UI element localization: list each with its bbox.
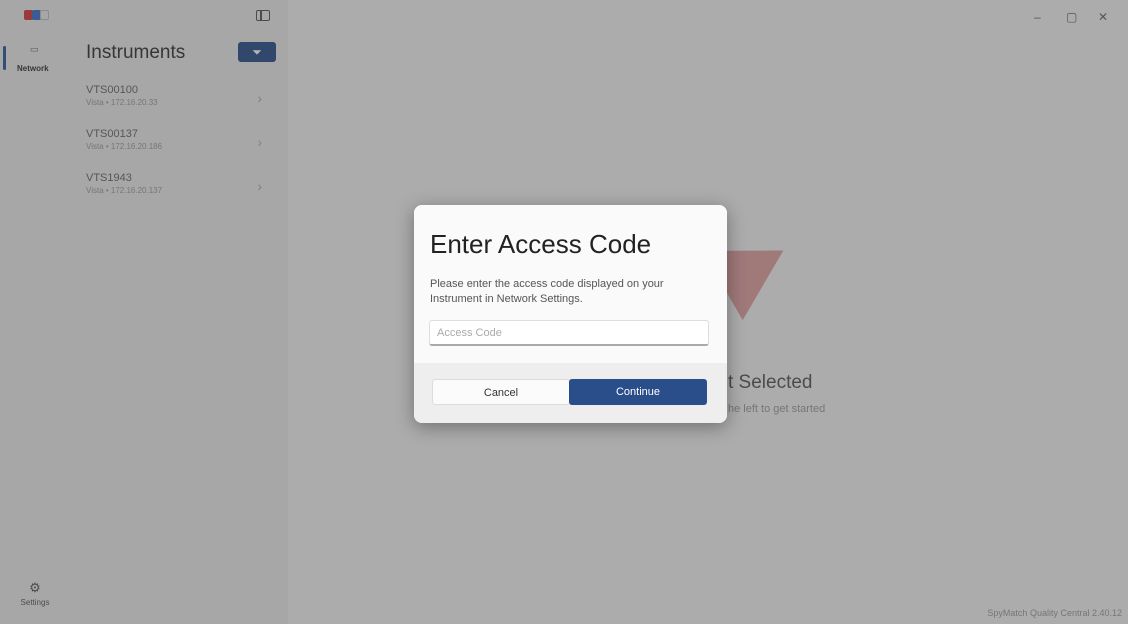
continue-button[interactable]: Continue [569, 379, 707, 405]
dialog-message: Please enter the access code displayed o… [430, 278, 664, 305]
access-code-input[interactable] [429, 320, 709, 346]
app-window: ▭ Network ⚙ Settings Instruments ⏷ VTS00… [0, 0, 1128, 624]
dialog-title: Enter Access Code [430, 229, 652, 259]
dialog-footer: Cancel Continue [414, 363, 727, 423]
cancel-button[interactable]: Cancel [432, 379, 570, 405]
dialog-body: Enter Access Code Please enter the acces… [414, 205, 727, 363]
access-code-dialog: Enter Access Code Please enter the acces… [414, 205, 727, 423]
